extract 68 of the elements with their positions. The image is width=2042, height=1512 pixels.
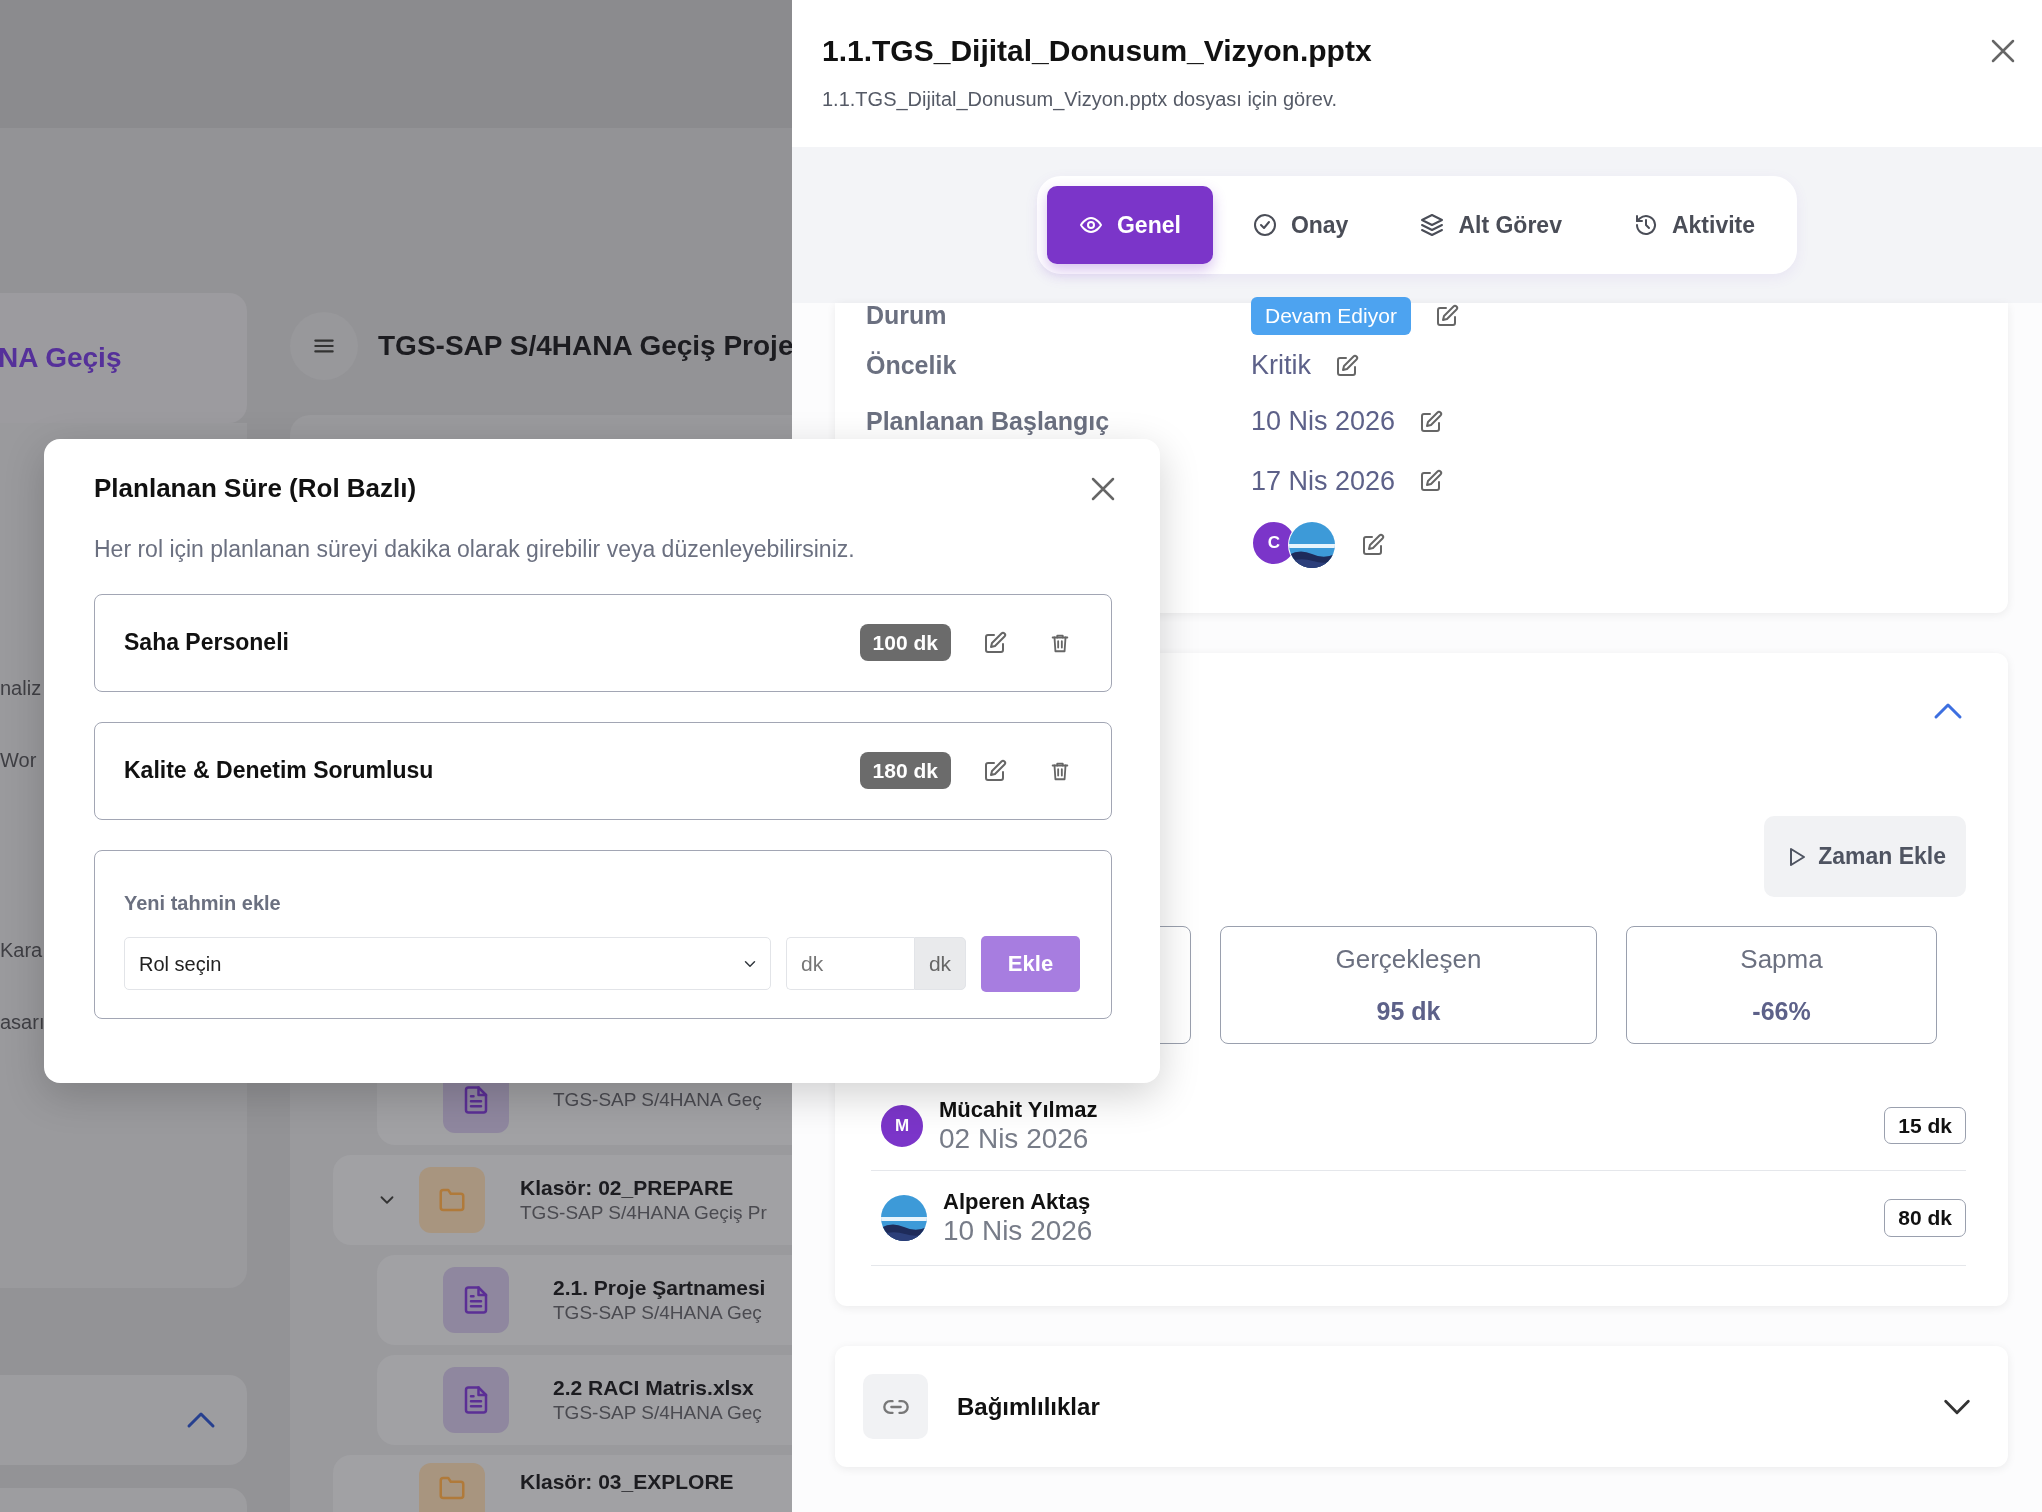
item-title: 2.2 RACI Matris.xlsx: [553, 1375, 755, 1401]
folder-title: Klasör: 02_PREPARE: [520, 1175, 735, 1201]
edit-button[interactable]: [1419, 409, 1444, 434]
role-select[interactable]: Rol seçin: [124, 937, 771, 990]
edit-button[interactable]: [1419, 469, 1444, 493]
duration-badge: 80 dk: [1884, 1199, 1966, 1237]
unit-label: dk: [914, 937, 966, 990]
layers-icon: [1420, 213, 1445, 237]
modal-description: Her rol için planlanan süreyi dakika olarak girebilir veya düzenleyebilirsiniz.: [94, 535, 856, 564]
entry-date: 02 Nis 2026: [939, 1122, 1090, 1155]
edit-icon: [1434, 304, 1459, 328]
person-name: Alperen Aktaş: [943, 1189, 1092, 1215]
minutes-input[interactable]: dk: [786, 937, 914, 990]
edit-icon: [1419, 469, 1444, 493]
edit-icon: [1361, 533, 1385, 557]
role-name: Kalite & Denetim Sorumlusu: [124, 756, 434, 786]
tab[interactable]: Aktivite: [1601, 186, 1788, 264]
tab[interactable]: Onay: [1220, 186, 1381, 264]
field-value: Kritik: [1251, 349, 1311, 383]
duration-badge: 15 dk: [1884, 1106, 1966, 1145]
edit-icon: [1419, 409, 1444, 434]
tree-item[interactable]: 2.2 RACI Matris.xlsx TGS-SAP S/4HANA Geç: [377, 1355, 792, 1445]
edit-icon: [983, 630, 1007, 655]
role-name: Saha Personeli: [124, 628, 289, 658]
field-label: Öncelik: [866, 350, 957, 379]
edit-button[interactable]: [983, 758, 1007, 783]
field-label: Planlanan Başlangıç: [866, 406, 1110, 435]
edit-button[interactable]: [1434, 304, 1459, 328]
person-name: Mücahit Yılmaz: [939, 1096, 1098, 1123]
dependencies-card[interactable]: Bağımlılıklar: [835, 1346, 2008, 1467]
folder-item[interactable]: Klasör: 02_PREPARE TGS-SAP S/4HANA Geçiş Pr: [333, 1155, 792, 1245]
field-label: Durum: [866, 301, 947, 330]
modal-title: Planlanan Süre (Rol Bazlı): [94, 472, 417, 505]
sidebar-title: NA Geçiş: [0, 341, 122, 375]
item-subtitle: TGS-SAP S/4HANA Geç: [553, 1401, 762, 1425]
edit-button[interactable]: [983, 630, 1007, 655]
folder-subtitle: TGS-SAP S/4HANA Geçiş Pr: [520, 1201, 767, 1225]
minutes-badge: 100 dk: [859, 623, 951, 662]
minutes-badge: 180 dk: [859, 751, 951, 790]
tab[interactable]: Alt Görev: [1388, 186, 1594, 264]
stat-label: Sapma: [1740, 942, 1823, 976]
edit-icon: [983, 758, 1007, 783]
avatar|drawer.time.entries.0.avatar.color: M: [879, 1102, 925, 1149]
entry-date: 10 Nis 2026: [943, 1215, 1093, 1247]
history-icon: [1633, 213, 1658, 237]
field-value: 10 Nis 2026: [1251, 405, 1396, 439]
folder-item[interactable]: Klasör: 03_EXPLORE: [333, 1455, 792, 1512]
section-label: Yeni tahmin ekle: [124, 890, 282, 916]
drawer-title: 1.1.TGS_Dijital_Donusum_Vizyon.pptx: [822, 33, 1372, 69]
edit-button[interactable]: [1335, 353, 1359, 378]
edit-button[interactable]: [1361, 533, 1385, 557]
item-title: 2.1. Proje Şartnamesi: [553, 1275, 766, 1301]
stat-label: Gerçekleşen: [1335, 942, 1482, 976]
status-badge: Devam Ediyor: [1251, 297, 1411, 335]
tab[interactable]: Genel: [1046, 186, 1213, 264]
folder-title: Klasör: 03_EXPLORE: [520, 1469, 734, 1495]
stat-value: -66%: [1752, 995, 1811, 1027]
tree-item[interactable]: 2.1. Proje Şartnamesi TGS-SAP S/4HANA Geç: [377, 1255, 792, 1345]
stat-value: 95 dk: [1376, 995, 1441, 1027]
section-title: Bağımlılıklar: [957, 1391, 1100, 1422]
edit-icon: [1335, 353, 1359, 378]
item-subtitle: TGS-SAP S/4HANA Geç: [553, 1088, 762, 1112]
check-circle-icon: [1252, 213, 1277, 237]
add-time-button[interactable]: Zaman Ekle: [1764, 816, 1966, 897]
item-subtitle: TGS-SAP S/4HANA Geç: [553, 1301, 763, 1325]
field-value: 17 Nis 2026: [1251, 464, 1396, 498]
page-title: TGS-SAP S/4HANA Geçiş Proje: [378, 329, 792, 363]
drawer-subtitle: 1.1.TGS_Dijital_Donusum_Vizyon.pptx dosyası için görev.: [822, 87, 1339, 113]
